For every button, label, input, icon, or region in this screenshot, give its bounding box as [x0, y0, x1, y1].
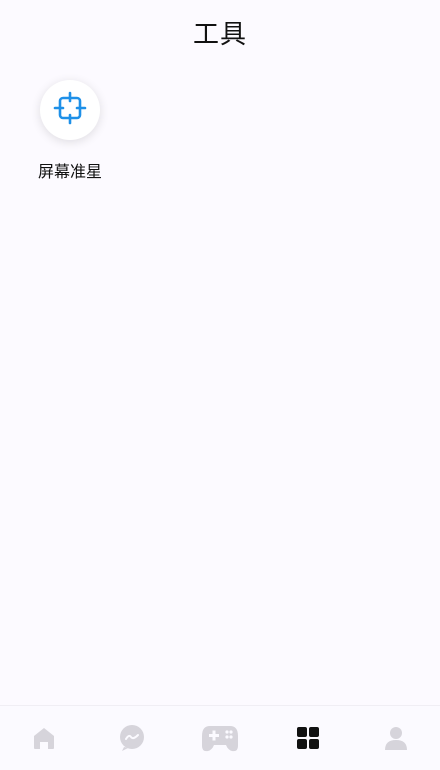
chat-bubble-icon	[117, 723, 147, 753]
page-title: 工具	[192, 19, 247, 50]
tool-icon-button[interactable]	[40, 80, 100, 140]
nav-item-chat[interactable]	[102, 713, 162, 763]
grid-icon	[295, 725, 321, 751]
nav-item-home[interactable]	[14, 713, 74, 763]
profile-icon	[382, 724, 410, 752]
tool-screen-crosshair[interactable]: 屏幕准星	[30, 80, 110, 190]
nav-item-tools[interactable]	[278, 713, 338, 763]
tools-grid: 屏幕准星	[0, 80, 440, 200]
tool-label: 屏幕准星	[37, 162, 102, 181]
nav-item-games[interactable]	[190, 713, 250, 763]
bottom-nav	[0, 705, 440, 770]
nav-item-profile[interactable]	[366, 713, 426, 763]
header: 工具	[0, 0, 440, 64]
crosshair-icon	[53, 91, 87, 129]
gamepad-icon	[200, 722, 240, 754]
home-icon	[30, 724, 58, 752]
